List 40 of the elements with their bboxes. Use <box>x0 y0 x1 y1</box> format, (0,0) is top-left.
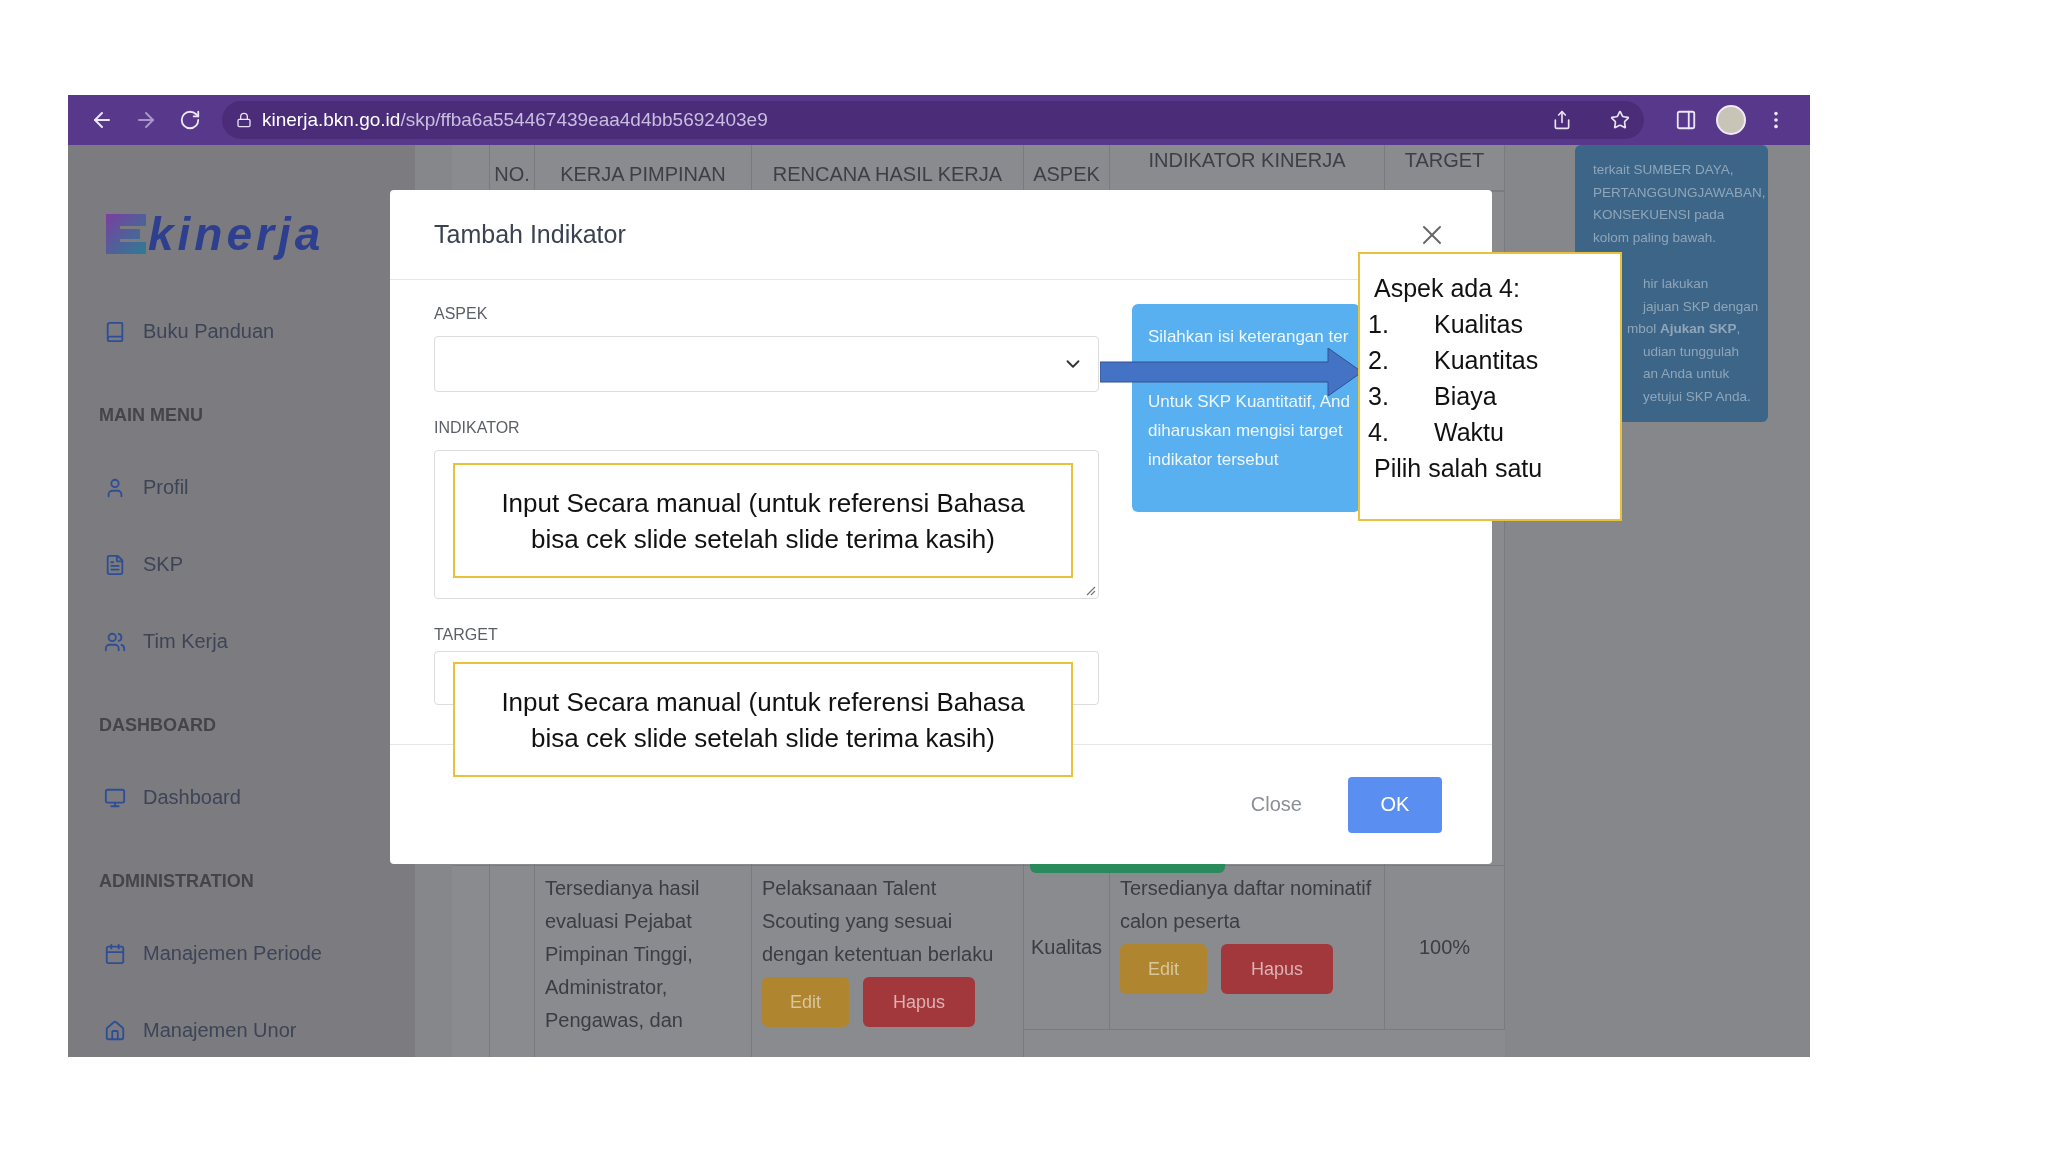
annotation-tooltip: Input Secara manual (untuk referensi Bahasa bisa cek slide setelah slide terima kasih) <box>453 662 1073 777</box>
list-item: Kualitas <box>1434 309 1523 340</box>
hint-text: PERTANGGUNGJAWABAN, <box>1593 184 1766 200</box>
logo-text: kinerja <box>148 207 325 261</box>
hint-text: KONSEKUENSI pada <box>1593 207 1725 222</box>
info-text: indikator tersebut <box>1148 450 1279 469</box>
table-cell-text: 100% <box>1418 935 1471 960</box>
field-label: INDIKATOR <box>434 418 521 438</box>
hint-text: terkait SUMBER DAYA, <box>1593 162 1734 177</box>
list-item: Kuantitas <box>1434 345 1539 376</box>
hint-text: kolom paling bawah. <box>1593 229 1717 245</box>
hint-text: mbol Ajukan SKP, <box>1627 321 1741 336</box>
hint-text: an Anda untuk <box>1643 366 1730 381</box>
annotation-footer: Pilih salah satu <box>1368 450 1620 486</box>
menu-section-heading: DASHBOARD <box>98 714 217 737</box>
info-text: Silahkan isi keterangan ter <box>1148 327 1349 346</box>
info-text: Untuk SKP Kuantitatif, And <box>1148 392 1350 411</box>
hint-text: udian tunggulah <box>1643 343 1740 359</box>
annotation-tooltip: Input Secara manual (untuk referensi Bahasa bisa cek slide setelah slide terima kasih) <box>453 463 1073 578</box>
field-label: TARGET <box>434 625 499 645</box>
url-text: kinerja.bkn.go.id/skp/ffba6a554467439eaa4d4bb5692403e9 <box>262 109 768 131</box>
dialog-title: Tambah Indikator <box>434 220 626 249</box>
list-item: Biaya <box>1434 381 1497 412</box>
list-number: 4. <box>1368 417 1390 448</box>
menu-section-heading: ADMINISTRATION <box>98 870 255 893</box>
menu-section-heading: MAIN MENU <box>98 404 204 427</box>
info-text: diharuskan mengisi target <box>1148 421 1343 440</box>
list-number: 2. <box>1368 345 1390 376</box>
table-cell-text: Tersedianya hasil evaluasi Pejabat Pimpinan Tinggi, Administrator, Pengawas, dan <box>545 876 701 1033</box>
table-cell-text: Tersedianya daftar nominatif calon peserta <box>1120 876 1373 934</box>
list-number: 1. <box>1368 309 1390 340</box>
hint-text: hir lakukan <box>1643 276 1709 291</box>
list-item: Waktu <box>1434 417 1504 448</box>
list-number: 3. <box>1368 381 1390 412</box>
field-label: ASPEK <box>434 304 489 324</box>
annotation-title: Aspek ada 4: <box>1373 273 1521 304</box>
hint-text: yetujui SKP Anda. <box>1643 388 1751 404</box>
table-cell-text: Kualitas <box>1030 935 1103 960</box>
table-cell-text: Pelaksanaan Talent Scouting yang sesuai dengan ketentuan berlaku <box>762 876 995 967</box>
hint-text: jajuan SKP dengan <box>1643 298 1759 314</box>
